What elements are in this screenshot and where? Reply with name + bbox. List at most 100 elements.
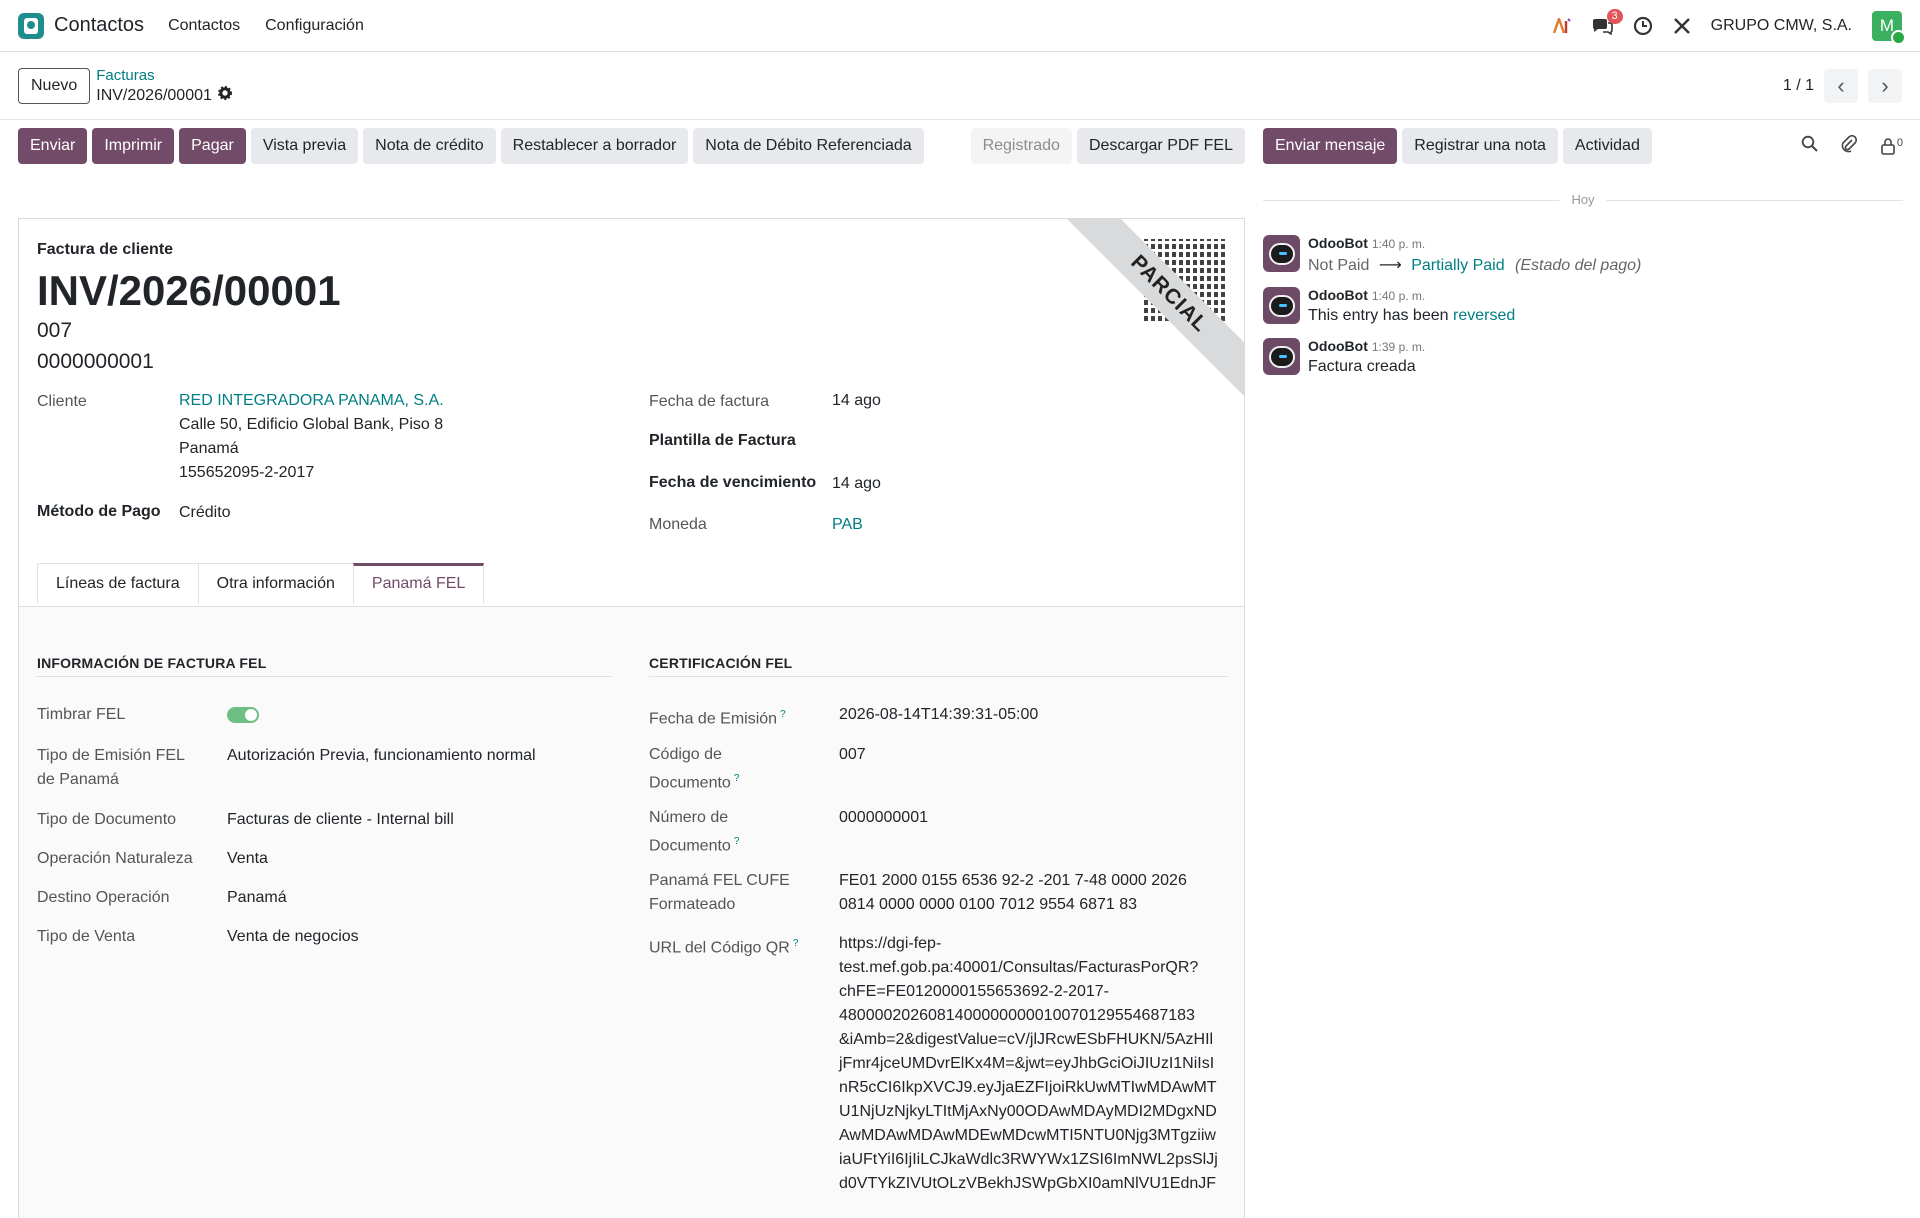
log-note-button[interactable]: Registrar una nota <box>1402 128 1558 164</box>
notebook-tabs: Líneas de factura Otra información Panam… <box>37 563 485 604</box>
document-type-field[interactable]: Facturas de cliente - Internal bill <box>227 808 454 832</box>
payment-method-field[interactable]: Crédito <box>179 501 231 525</box>
new-button[interactable]: Nuevo <box>18 67 91 104</box>
operation-destination-label: Destino Operación <box>37 889 170 906</box>
action-buttons: Enviar Imprimir Pagar Vista previa Nota … <box>18 128 1245 164</box>
invoice-sheet: PARCIAL Factura de cliente INV/2026/0000… <box>18 218 1245 1218</box>
reversed-link[interactable]: reversed <box>1453 307 1515 324</box>
user-avatar[interactable]: M <box>1872 10 1906 45</box>
message-time: 1:40 p. m. <box>1371 289 1426 303</box>
document-type: Factura de cliente <box>37 241 174 258</box>
timbrar-fel-label: Timbrar FEL <box>37 706 126 723</box>
timbrar-fel-toggle[interactable] <box>227 707 259 723</box>
paperclip-icon[interactable] <box>1840 134 1858 158</box>
send-button[interactable]: Enviar <box>18 128 88 164</box>
reset-draft-button[interactable]: Restablecer a borrador <box>500 128 689 164</box>
breadcrumb-current: INV/2026/00001 <box>96 86 212 104</box>
chatter-message: OdooBot 1:39 p. m. Factura creada <box>1263 338 1425 376</box>
tools-icon[interactable] <box>1673 17 1691 35</box>
tracking-field-name: (Estado del pago) <box>1515 257 1642 274</box>
help-icon[interactable]: ? <box>793 938 799 949</box>
top-navbar: Contactos Contactos Configuración 3 GRUP… <box>0 0 1920 52</box>
messages-badge: 3 <box>1606 8 1623 24</box>
ai-icon[interactable] <box>1552 17 1571 34</box>
debit-note-button[interactable]: Nota de Débito Referenciada <box>693 128 924 164</box>
document-code-field[interactable]: 007 <box>839 743 866 767</box>
emission-type-label: Tipo de Emisión FEL de Panamá <box>37 747 185 788</box>
tab-panama-fel[interactable]: Panamá FEL <box>352 563 485 604</box>
customer-address-1: Calle 50, Edificio Global Bank, Piso 8 <box>179 416 444 433</box>
fel-info-title: INFORMACIÓN DE FACTURA FEL <box>37 655 267 671</box>
pay-button[interactable]: Pagar <box>179 128 246 164</box>
messages-icon[interactable]: 3 <box>1591 8 1623 35</box>
invoice-date-field[interactable]: 14 ago <box>832 389 881 413</box>
operation-nature-field[interactable]: Venta <box>227 847 268 871</box>
app-name[interactable]: Contactos <box>54 14 144 37</box>
emission-type-field[interactable]: Autorización Previa, funcionamiento norm… <box>227 744 536 768</box>
followers-icon[interactable]: 0 <box>1880 137 1903 155</box>
document-number-label: Número de Documento? <box>649 809 740 855</box>
document-code-label: Código de Documento? <box>649 746 740 792</box>
odoobot-avatar[interactable] <box>1263 287 1300 324</box>
help-icon[interactable]: ? <box>734 836 740 847</box>
odoobot-avatar[interactable] <box>1263 338 1300 375</box>
odoobot-avatar[interactable] <box>1263 235 1300 272</box>
clock-icon[interactable] <box>1633 16 1653 36</box>
preview-button[interactable]: Vista previa <box>250 128 359 164</box>
document-code: 007 <box>37 319 73 342</box>
message-author[interactable]: OdooBot <box>1308 338 1368 354</box>
tab-other-info[interactable]: Otra información <box>197 563 354 604</box>
activity-button[interactable]: Actividad <box>1562 128 1652 164</box>
currency-label: Moneda <box>649 516 707 533</box>
help-icon[interactable]: ? <box>780 709 786 720</box>
invoice-date-label: Fecha de factura <box>649 393 770 410</box>
company-switcher[interactable]: GRUPO CMW, S.A. <box>1711 17 1852 35</box>
chatter-message: OdooBot 1:40 p. m. This entry has been re… <box>1263 287 1515 325</box>
tracking-new-value: Partially Paid <box>1411 257 1505 274</box>
followers-count: 0 <box>1896 137 1903 149</box>
chevron-right-icon[interactable]: › <box>1868 68 1902 103</box>
search-icon[interactable] <box>1801 135 1818 157</box>
message-author[interactable]: OdooBot <box>1308 235 1368 251</box>
tab-invoice-lines[interactable]: Líneas de factura <box>37 563 199 604</box>
download-pdf-fel-button[interactable]: Descargar PDF FEL <box>1076 128 1245 164</box>
message-author[interactable]: OdooBot <box>1308 287 1368 303</box>
document-number: 0000000001 <box>37 350 154 373</box>
print-button[interactable]: Imprimir <box>92 128 175 164</box>
message-time: 1:39 p. m. <box>1371 340 1426 354</box>
cufe-label: Panamá FEL CUFE Formateado <box>649 872 790 913</box>
breadcrumb: Facturas INV/2026/00001 <box>96 66 232 106</box>
credit-note-button[interactable]: Nota de crédito <box>363 128 496 164</box>
document-number-field[interactable]: 0000000001 <box>839 806 928 830</box>
contacts-app-icon[interactable] <box>18 12 44 39</box>
invoice-template-label: Plantilla de Factura <box>649 432 796 449</box>
gear-icon[interactable] <box>217 85 232 106</box>
due-date-field[interactable]: 14 ago <box>832 472 881 496</box>
day-separator: Hoy <box>1559 192 1607 208</box>
customer-field[interactable]: RED INTEGRADORA PANAMA, S.A. Calle 50, E… <box>179 389 444 485</box>
form-actions-area: Enviar Imprimir Pagar Vista previa Nota … <box>18 128 1245 164</box>
emission-date-field[interactable]: 2026-08-14T14:39:31-05:00 <box>839 703 1038 727</box>
send-message-button[interactable]: Enviar mensaje <box>1263 128 1398 164</box>
operation-destination-field[interactable]: Panamá <box>227 886 287 910</box>
customer-name[interactable]: RED INTEGRADORA PANAMA, S.A. <box>179 389 444 413</box>
sale-type-label: Tipo de Venta <box>37 928 136 945</box>
qr-url-field[interactable]: https://dgi-fep- test.mef.gob.pa:40001/C… <box>839 932 1218 1196</box>
sale-type-field[interactable]: Venta de negocios <box>227 925 359 949</box>
menu-configuracion[interactable]: Configuración <box>265 17 364 35</box>
currency-field[interactable]: PAB <box>832 513 863 537</box>
customer-label: Cliente <box>37 393 87 410</box>
chevron-left-icon[interactable]: ‹ <box>1824 68 1858 103</box>
cufe-field[interactable]: FE01 2000 0155 6536 92-2 -201 7-48 0000 … <box>839 869 1187 917</box>
fel-certification-title: CERTIFICACIÓN FEL <box>649 655 793 671</box>
pager-value[interactable]: 1 / 1 <box>1783 77 1814 95</box>
menu-contactos[interactable]: Contactos <box>168 17 240 35</box>
help-icon[interactable]: ? <box>734 773 740 784</box>
message-text: Factura creada <box>1308 358 1416 375</box>
message-text: This entry has been <box>1308 307 1449 324</box>
message-time: 1:40 p. m. <box>1371 237 1426 251</box>
qr-url-label: URL del Código QR? <box>649 938 799 957</box>
invoice-number: INV/2026/00001 <box>37 267 341 314</box>
breadcrumb-facturas[interactable]: Facturas <box>96 66 232 86</box>
document-type-label: Tipo de Documento <box>37 811 177 828</box>
